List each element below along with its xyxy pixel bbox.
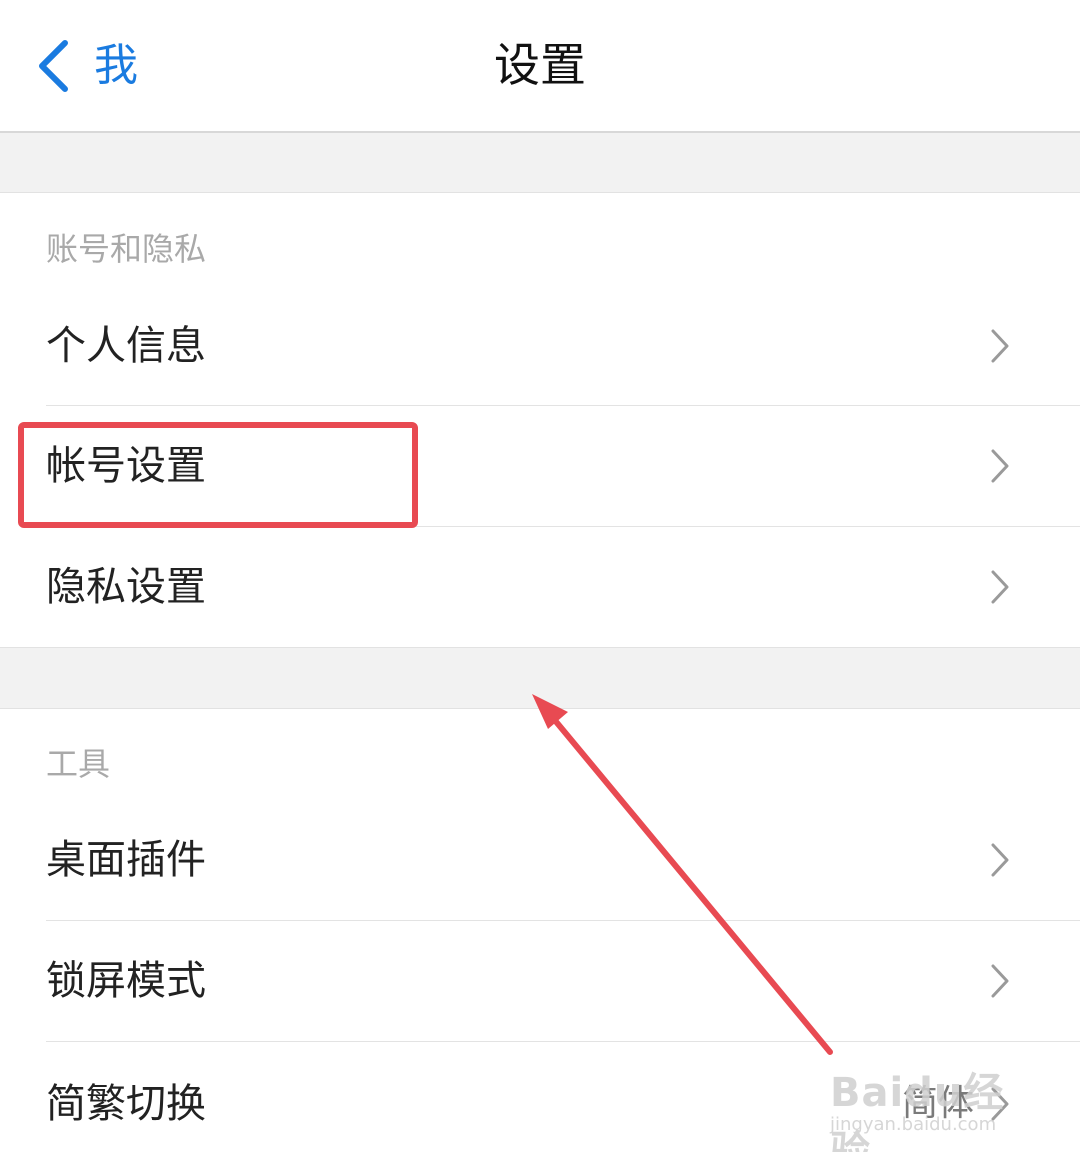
baidu-watermark: Baidu经验 jingyan.baidu.com [830,1040,1040,1152]
watermark-main: Baidu经验 [830,1070,1005,1152]
watermark-sub: jingyan.baidu.com [830,1114,997,1135]
annotation-arrow-icon [532,694,833,1055]
settings-page: 我 设置 账号和隐私 个人信息 帐号设置 隐私设置 工具 桌面插件 锁屏模式 简… [0,0,1080,1152]
